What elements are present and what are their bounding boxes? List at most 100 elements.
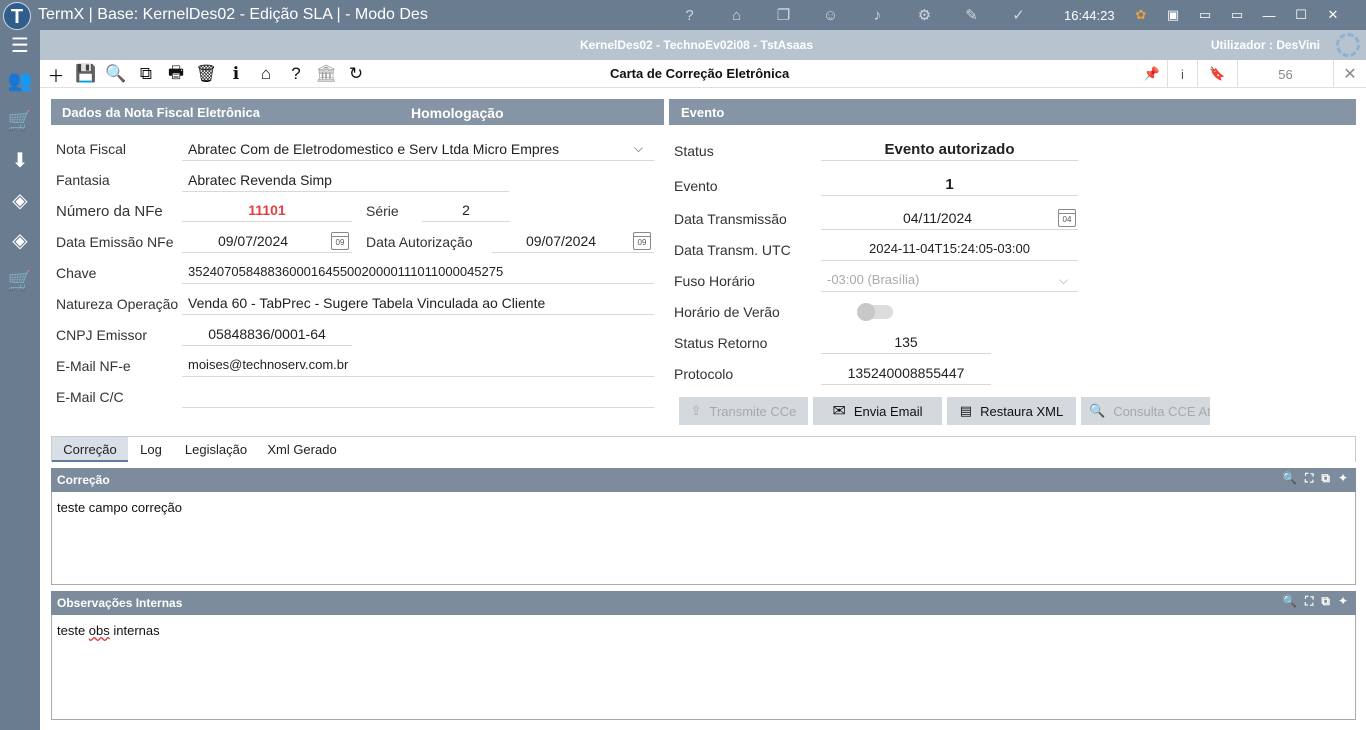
sub-header: KernelDes02 - TechnoEv02i08 - TstAsaas U…	[40, 30, 1366, 60]
fuso-horario-select[interactable]: -03:00 (Brasília)	[821, 268, 1078, 292]
tab-log[interactable]: Log	[130, 437, 172, 462]
calendar-icon-3[interactable]: 04	[1058, 209, 1076, 227]
info-icon[interactable]: ℹ	[224, 63, 248, 85]
camera-icon[interactable]: ▣	[1157, 4, 1189, 26]
basket-icon[interactable]: ⬇	[0, 140, 40, 180]
users-icon[interactable]: 👥	[0, 60, 40, 100]
email-cc-field[interactable]	[182, 384, 654, 408]
search-icon-4[interactable]: 🔍	[1282, 594, 1297, 609]
cart-icon[interactable]: 🛒	[0, 100, 40, 140]
delete-icon[interactable]: 🗑	[194, 63, 218, 85]
status-retorno-field: 135	[821, 330, 991, 354]
expand-icon[interactable]: ⛶	[1305, 471, 1313, 486]
screen-icon[interactable]: ▭	[1221, 4, 1253, 26]
calendar-icon-2[interactable]: 09	[633, 232, 651, 250]
form-title: Carta de Correção Eletrônica	[610, 66, 790, 81]
nfe-panel-header: Dados da Nota Fiscal Eletrônica Homologa…	[51, 99, 664, 125]
envia-email-label: Envia Email	[853, 403, 923, 419]
copy-icon[interactable]: ⧉	[134, 63, 158, 85]
chave-field[interactable]: 3524070584883600016455002000011101100004…	[182, 260, 654, 284]
cart-filter-icon[interactable]: 🛒	[0, 260, 40, 300]
tab-correcao[interactable]: Correção	[52, 437, 128, 462]
copy-icon-3[interactable]: ⧉	[1321, 594, 1330, 609]
brazil-map-icon[interactable]: ◈	[0, 180, 40, 220]
data-utc-label: Data Transm. UTC	[674, 242, 791, 258]
data-autorizacao-field[interactable]: 09/07/2024	[492, 229, 654, 253]
close-window-button[interactable]: ✕	[1317, 4, 1349, 26]
envia-email-button[interactable]: ✉ Envia Email	[813, 397, 942, 425]
status-field: Evento autorizado	[821, 137, 1078, 161]
numero-nfe-label: Número da NFe	[56, 203, 163, 220]
correcao-textarea[interactable]: teste campo correção	[51, 492, 1356, 585]
fuso-horario-label: Fuso Horário	[674, 273, 755, 289]
cnpj-field[interactable]: 05848836/0001-64	[182, 322, 352, 346]
tab-xml-gerado[interactable]: Xml Gerado	[260, 437, 344, 462]
observacoes-textarea[interactable]: teste obs internas	[51, 615, 1356, 720]
maximize-button[interactable]: ☐	[1285, 4, 1317, 26]
calendar-icon[interactable]: 09	[331, 232, 349, 250]
pin-icon[interactable]: 📌	[1137, 60, 1167, 88]
data-transmissao-field[interactable]: 04/11/2024	[821, 206, 1078, 230]
horario-verao-toggle[interactable]	[857, 303, 893, 321]
email-field[interactable]: moises@technoserv.com.br	[182, 353, 654, 377]
evento-field: 1	[821, 172, 1078, 196]
serie-field[interactable]: 2	[422, 198, 510, 222]
plus-icon[interactable]: ＋	[44, 63, 68, 86]
data-emissao-field[interactable]: 09/07/2024	[182, 229, 352, 253]
print-icon[interactable]: 🖶	[164, 63, 188, 85]
transmite-cce-button[interactable]: ⇪ Transmite CCe	[679, 397, 808, 425]
bell-icon[interactable]: ♪	[854, 4, 901, 26]
correcao-title: Correção	[57, 473, 110, 487]
numero-nfe-field[interactable]: 11101	[182, 198, 352, 222]
brazil-map-icon-2[interactable]: ◈	[0, 220, 40, 260]
observacoes-header: Observações Internas 🔍 ⛶ ⧉ ✦	[51, 591, 1356, 615]
gear-icon[interactable]: ⚙	[901, 4, 948, 26]
menu-icon[interactable]: ☰	[0, 30, 40, 60]
bank-icon[interactable]: ⌂	[713, 4, 760, 26]
consulta-cce-button[interactable]: 🔍 Consulta CCE Atua	[1081, 397, 1210, 425]
document-list-icon: ▤	[959, 403, 973, 418]
colors-icon[interactable]: ✿	[1125, 4, 1157, 26]
close-form-button[interactable]: ✕	[1333, 60, 1366, 88]
transmite-cce-label: Transmite CCe	[709, 403, 797, 419]
fantasia-field[interactable]: Abratec Revenda Simp	[182, 168, 509, 192]
copy-icon-2[interactable]: ⧉	[1321, 471, 1330, 486]
chevron-down-icon-2[interactable]: ⌵	[1059, 273, 1068, 288]
bank-home-icon[interactable]: ⌂	[254, 63, 278, 85]
refresh-icon[interactable]: ↻	[344, 63, 368, 85]
expand-icon-2[interactable]: ⛶	[1305, 594, 1313, 609]
user-info: Utilizador : DesVini	[1211, 38, 1320, 52]
institution-icon[interactable]: 🏛	[314, 63, 338, 85]
chat-icon[interactable]: ✎	[948, 4, 995, 26]
check-icon[interactable]: ✓	[995, 4, 1042, 26]
observacoes-title: Observações Internas	[57, 596, 183, 610]
sparkle-icon-2[interactable]: ✦	[1338, 594, 1348, 609]
save-icon[interactable]: 💾	[74, 63, 98, 85]
help-icon[interactable]: ?	[666, 4, 713, 26]
search-icon-3[interactable]: 🔍	[1282, 471, 1297, 486]
cnpj-label: CNPJ Emissor	[56, 327, 148, 343]
monitor-icon[interactable]: ▭	[1189, 4, 1221, 26]
restaura-xml-button[interactable]: ▤ Restaura XML	[947, 397, 1076, 425]
search-icon[interactable]: 🔍	[104, 63, 128, 85]
help-icon[interactable]: ?	[284, 63, 308, 85]
bookmark-icon[interactable]: 🔖	[1197, 60, 1237, 88]
chevron-down-icon[interactable]: ⌵	[634, 141, 643, 156]
serie-label: Série	[366, 203, 399, 219]
sparkle-icon[interactable]: ✦	[1338, 471, 1348, 486]
minimize-button[interactable]: —	[1253, 4, 1285, 26]
observacoes-misspelled-word: obs	[88, 623, 110, 638]
tab-legislacao[interactable]: Legislação	[176, 437, 256, 462]
user-icon[interactable]: ☺	[807, 4, 854, 26]
natureza-field[interactable]: Venda 60 - TabPrec - Sugere Tabela Vincu…	[182, 291, 654, 315]
info-button[interactable]: i	[1167, 60, 1197, 88]
nota-fiscal-select[interactable]: Abratec Com de Eletrodomestico e Serv Lt…	[182, 137, 654, 161]
email-label: E-Mail NF-e	[56, 358, 131, 374]
natureza-label: Natureza Operação	[56, 296, 179, 312]
settings-gear-icon[interactable]	[1336, 33, 1360, 57]
windows-icon[interactable]: ❐	[760, 4, 807, 26]
session-info: KernelDes02 - TechnoEv02i08 - TstAsaas	[580, 38, 813, 52]
record-count: 56	[1237, 60, 1333, 88]
clock: 16:44:23	[1064, 8, 1115, 23]
status-label: Status	[674, 143, 714, 159]
